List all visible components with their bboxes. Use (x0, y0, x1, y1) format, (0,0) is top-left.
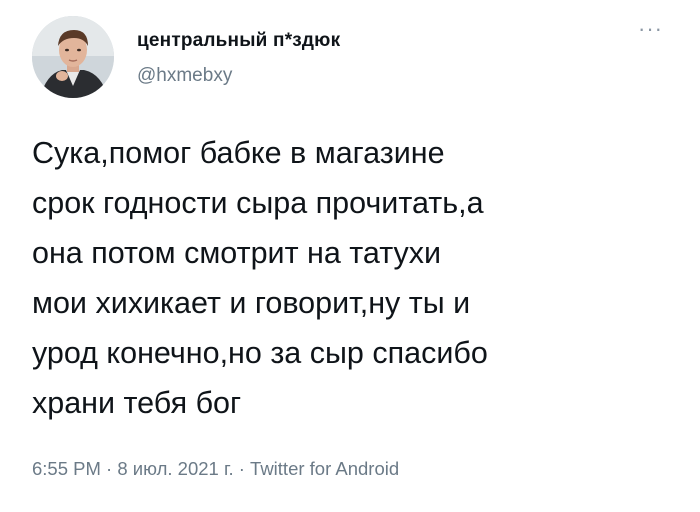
tweet-text-line: она потом смотрит на татухи (32, 236, 442, 270)
tweet-header: центральный п*здюк @hxmebxy ··· (32, 16, 672, 106)
tweet-metadata: 6:55 PM · 8 июл. 2021 г. · Twitter for A… (32, 458, 399, 480)
tweet-text-line: срок годности сыра прочитать,а (32, 186, 484, 220)
author-handle[interactable]: @hxmebxy (137, 65, 232, 87)
tweet-text-line: храни тебя бог (32, 386, 242, 420)
tweet-card: центральный п*здюк @hxmebxy ··· Сука,пом… (0, 0, 700, 512)
tweet-body: Сука,помог бабке в магазине срок годност… (32, 128, 682, 428)
tweet-text-line: Сука,помог бабке в магазине (32, 136, 445, 170)
tweet-source-link[interactable]: Twitter for Android (250, 458, 399, 479)
meta-separator: · (100, 458, 118, 479)
avatar-photo-icon (32, 16, 114, 98)
meta-separator: · (233, 458, 251, 479)
tweet-time[interactable]: 6:55 PM (32, 458, 101, 479)
avatar[interactable] (32, 16, 114, 98)
author-display-name[interactable]: центральный п*здюк (137, 30, 340, 52)
more-horizontal-icon[interactable]: ··· (638, 18, 662, 44)
tweet-date[interactable]: 8 июл. 2021 г. (117, 458, 233, 479)
tweet-text-line: мои хихикает и говорит,ну ты и (32, 286, 471, 320)
tweet-text-line: урод конечно,но за сыр спасибо (32, 336, 488, 370)
